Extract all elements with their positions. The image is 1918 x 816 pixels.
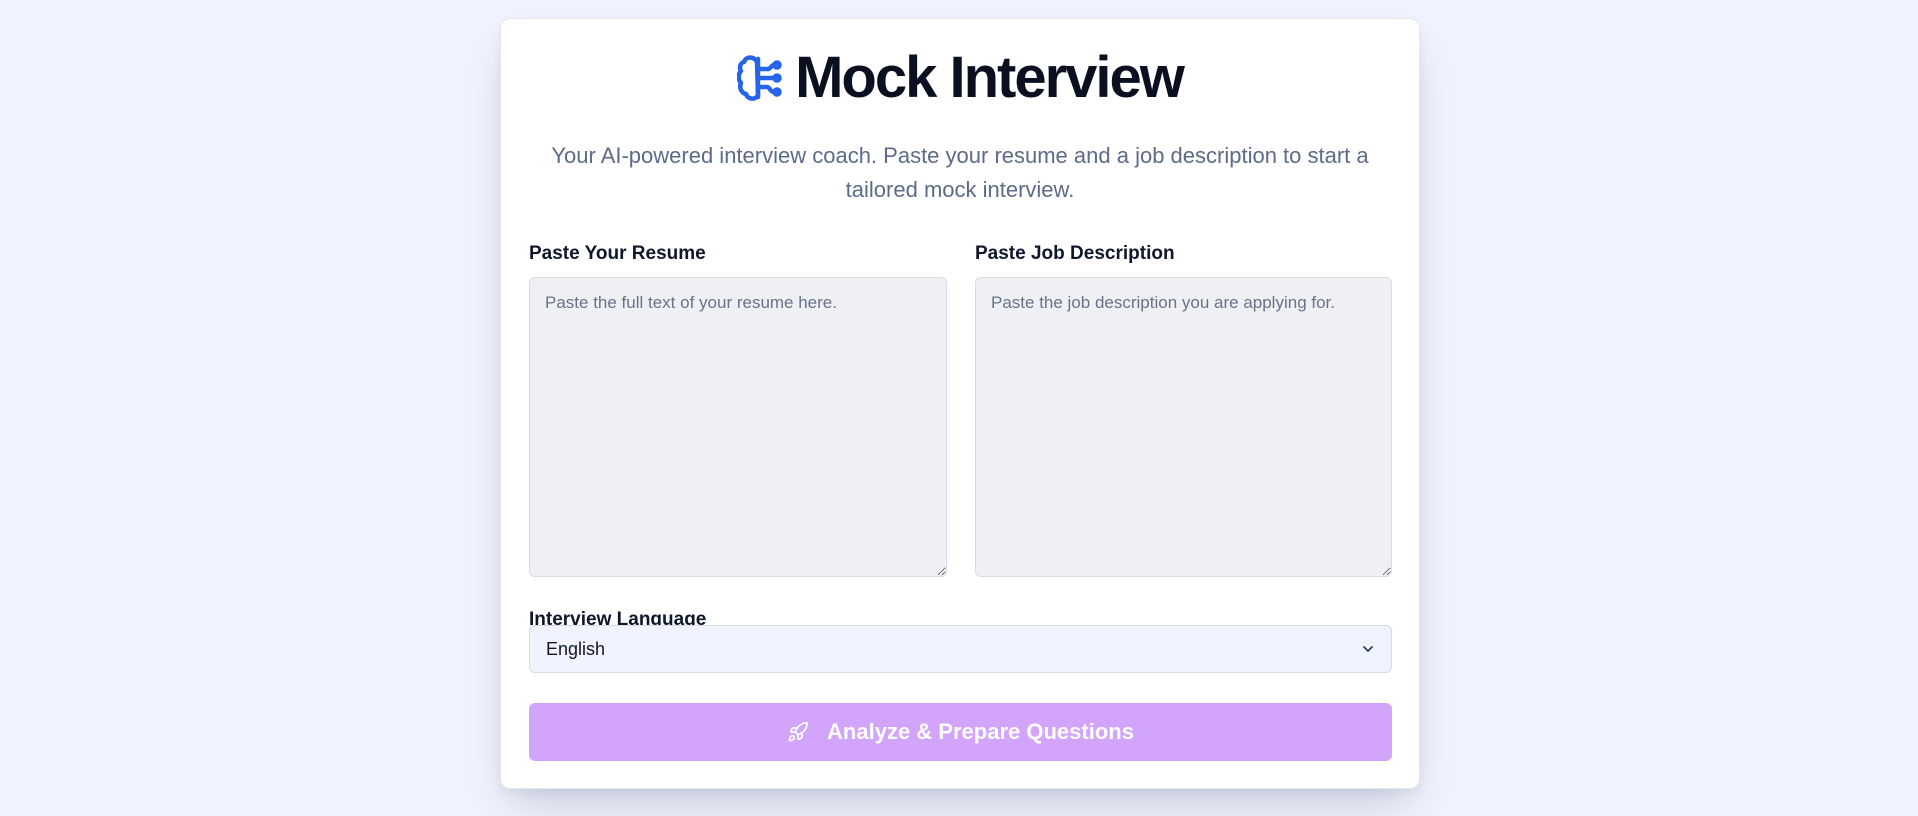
resume-textarea[interactable] [529,277,947,577]
resume-label: Paste Your Resume [529,243,706,264]
analyze-prepare-button-label: Analyze & Prepare Questions [827,719,1134,744]
rocket-icon [787,721,809,743]
analyze-prepare-button[interactable]: Analyze & Prepare Questions [529,703,1392,761]
interview-setup-card: Mock Interview Your AI-powered interview… [500,18,1420,789]
job-description-textarea[interactable] [975,277,1392,577]
job-description-label: Paste Job Description [975,243,1175,264]
brain-circuit-icon [737,53,783,103]
chevron-down-icon [1361,642,1375,656]
page-title: Mock Interview [795,45,1185,110]
header: Mock Interview [501,49,1419,107]
language-select[interactable]: English [529,625,1392,673]
language-selected-value: English [546,638,606,659]
page-subtitle: Your AI-powered interview coach. Paste y… [551,143,1369,202]
